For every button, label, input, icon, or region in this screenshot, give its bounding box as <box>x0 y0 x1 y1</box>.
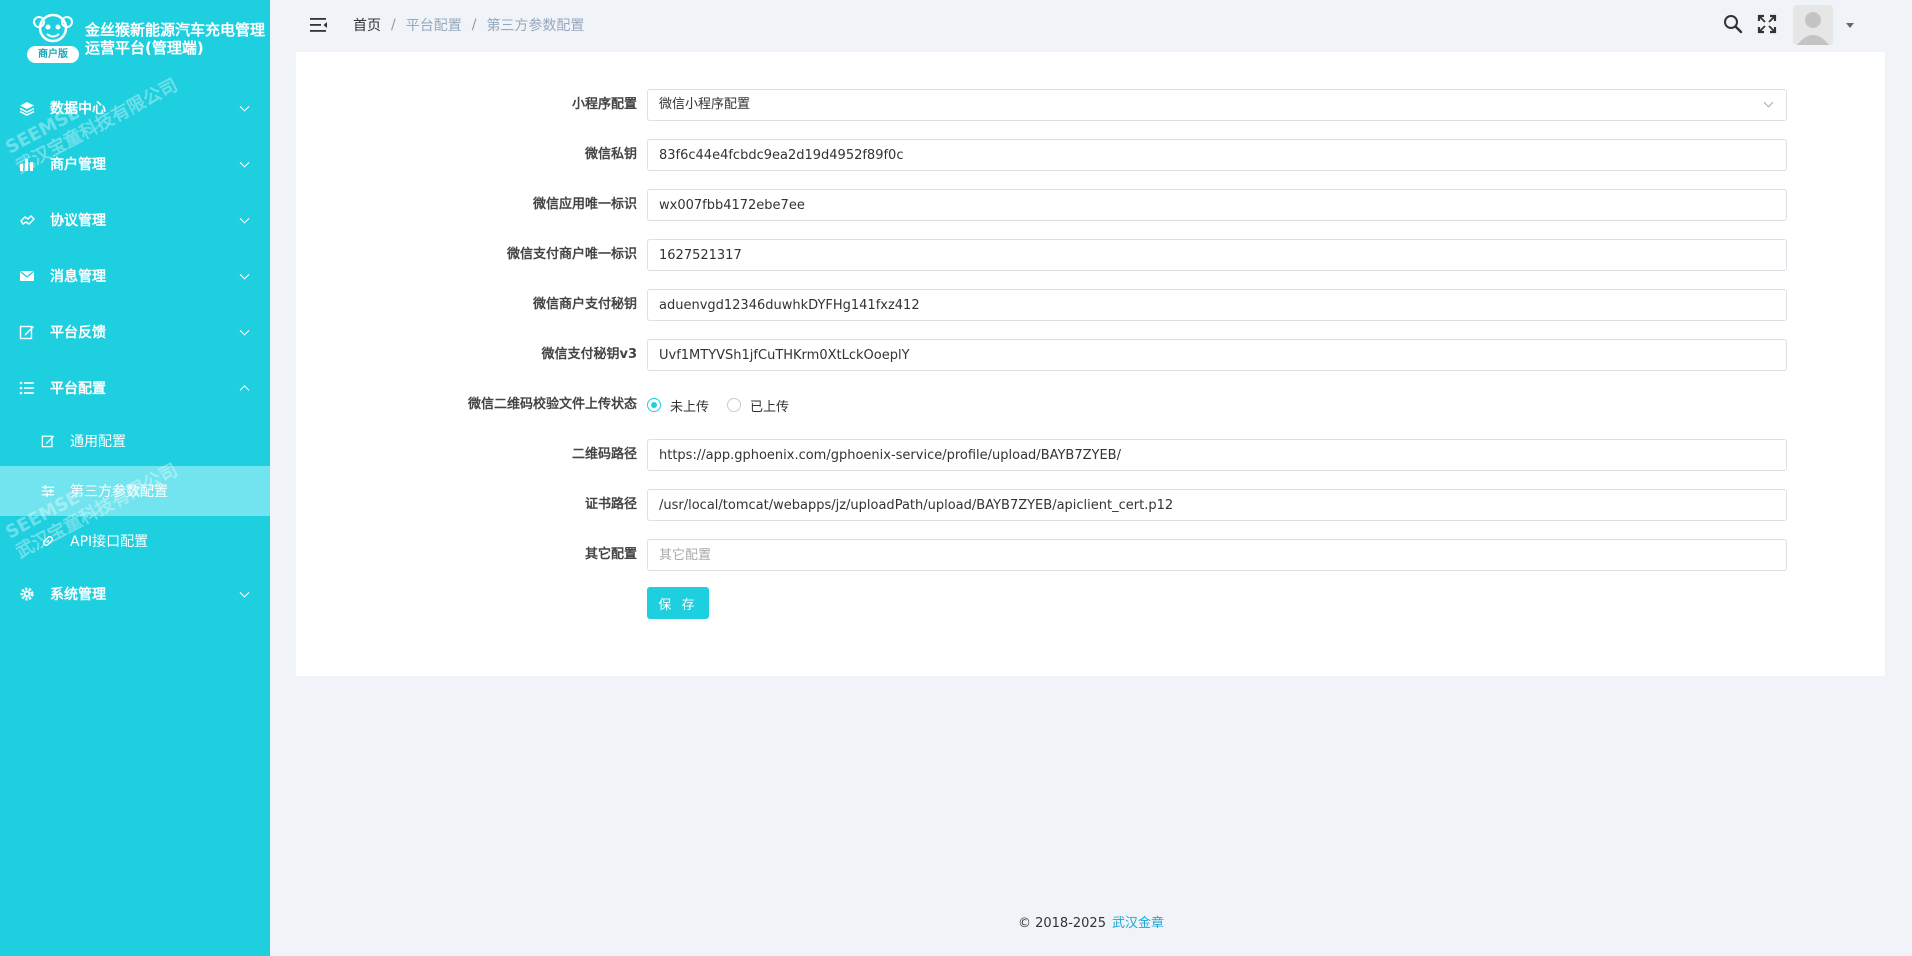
chevron-down-icon <box>239 269 250 280</box>
field-label: 微信商户支付秘钥 <box>532 297 637 312</box>
chevron-up-icon <box>239 385 250 396</box>
sidebar-subitem-general-config[interactable]: 通用配置 <box>0 416 270 466</box>
breadcrumb-current: 第三方参数配置 <box>486 18 585 34</box>
sidebar-item-platform-config[interactable]: 平台配置 <box>0 360 270 416</box>
top-header: 首页 / 平台配置 / 第三方参数配置 <box>270 0 1912 50</box>
breadcrumb-separator: / <box>471 17 477 33</box>
chevron-down-icon <box>1763 97 1774 108</box>
footer: © 2018-2025 武汉金章 <box>270 912 1912 931</box>
link-icon <box>40 533 56 549</box>
app-title: 金丝猴新能源汽车充电管理运营平台(管理端) <box>85 21 266 57</box>
sidebar-item-label: 协议管理 <box>50 213 106 229</box>
menu-collapse-icon[interactable] <box>310 17 328 33</box>
field-label: 微信支付秘钥v3 <box>541 347 637 362</box>
form-row-other: 其它配置 <box>296 538 1885 572</box>
sidebar: 商户版 金丝猴新能源汽车充电管理运营平台(管理端) 数据中心 商户管理 协议管理 <box>0 0 270 956</box>
field-label: 微信应用唯一标识 <box>532 197 637 212</box>
field-label: 微信私钥 <box>584 147 637 162</box>
sidebar-menu: 数据中心 商户管理 协议管理 消息管理 平台反馈 平台配置 通用配置 第三方参数… <box>0 80 270 622</box>
chevron-down-icon <box>239 157 250 168</box>
sliders-icon <box>40 483 56 499</box>
sidebar-item-system[interactable]: 系统管理 <box>0 566 270 622</box>
list-icon <box>18 379 36 397</box>
form-row-mini-program: 小程序配置 微信小程序配置 <box>296 88 1885 122</box>
sidebar-item-label: 数据中心 <box>50 101 106 117</box>
form-row-wx-key-v3: 微信支付秘钥v3 <box>296 338 1885 372</box>
wx-mch-key-input[interactable] <box>647 289 1787 321</box>
radio-checked-icon <box>647 398 661 412</box>
search-icon[interactable] <box>1723 14 1743 34</box>
qr-path-input[interactable] <box>647 439 1787 471</box>
field-label: 微信二维码校验文件上传状态 <box>467 397 637 412</box>
logo: 商户版 金丝猴新能源汽车充电管理运营平台(管理端) <box>0 0 270 70</box>
chevron-down-icon <box>239 587 250 598</box>
chevron-down-icon <box>239 101 250 112</box>
breadcrumb-separator: / <box>391 17 396 33</box>
form-row-wx-mch-key: 微信商户支付秘钥 <box>296 288 1885 322</box>
field-label: 其它配置 <box>584 547 637 562</box>
field-label: 小程序配置 <box>571 97 637 112</box>
caret-down-icon[interactable] <box>1846 23 1854 28</box>
sidebar-item-label: 系统管理 <box>50 587 106 603</box>
form-row-wx-appid: 微信应用唯一标识 <box>296 188 1885 222</box>
avatar[interactable] <box>1793 5 1833 45</box>
sidebar-item-label: 平台配置 <box>50 381 106 397</box>
form-row-wx-mchid: 微信支付商户唯一标识 <box>296 238 1885 272</box>
layers-icon <box>18 99 36 117</box>
sidebar-subitem-label: 第三方参数配置 <box>70 484 168 500</box>
sidebar-item-label: 消息管理 <box>50 269 106 285</box>
chevron-down-icon <box>239 325 250 336</box>
edit-icon <box>40 433 56 449</box>
sidebar-item-label: 平台反馈 <box>50 325 106 341</box>
breadcrumb: 首页 / 平台配置 / 第三方参数配置 <box>353 0 584 50</box>
cert-path-input[interactable] <box>647 489 1787 521</box>
sidebar-item-merchant[interactable]: 商户管理 <box>0 136 270 192</box>
qr-status-radio-group: 未上传 已上传 <box>647 388 807 422</box>
radio-label: 已上传 <box>750 399 790 415</box>
mini-program-select[interactable]: 微信小程序配置 <box>647 89 1787 121</box>
sidebar-subitem-label: 通用配置 <box>70 434 126 450</box>
chevron-down-icon <box>239 213 250 224</box>
sidebar-subitem-third-party-config[interactable]: 第三方参数配置 <box>0 466 270 516</box>
field-label: 证书路径 <box>584 497 637 512</box>
wx-key-v3-input[interactable] <box>647 339 1787 371</box>
wx-appid-input[interactable] <box>647 189 1787 221</box>
field-label: 二维码路径 <box>571 447 637 462</box>
form-row-wx-secret: 微信私钥 <box>296 138 1885 172</box>
radio-unchecked-icon <box>727 398 742 412</box>
breadcrumb-home[interactable]: 首页 <box>353 15 381 35</box>
wx-secret-input[interactable] <box>647 139 1787 171</box>
sidebar-item-message[interactable]: 消息管理 <box>0 248 270 304</box>
save-button[interactable]: 保 存 <box>647 587 709 619</box>
company-link[interactable]: 武汉金章 <box>1112 916 1164 931</box>
field-label: 微信支付商户唯一标识 <box>506 247 637 262</box>
radio-not-uploaded[interactable]: 未上传 <box>647 396 709 415</box>
sidebar-subitem-label: API接口配置 <box>70 534 149 550</box>
radio-uploaded[interactable]: 已上传 <box>727 396 789 415</box>
breadcrumb-platform-config: 平台配置 <box>405 18 462 34</box>
fullscreen-icon[interactable] <box>1757 14 1777 34</box>
edition-badge: 商户版 <box>27 46 79 63</box>
handshake-icon <box>18 211 36 229</box>
sidebar-subitem-api-config[interactable]: API接口配置 <box>0 516 270 566</box>
mail-icon <box>18 267 36 285</box>
third-party-config-form: 小程序配置 微信小程序配置 微信私钥 微信应用唯一标识 微信支付商户唯一标识 微… <box>296 52 1885 676</box>
radio-label: 未上传 <box>670 399 710 415</box>
wx-mchid-input[interactable] <box>647 239 1787 271</box>
sidebar-item-data-center[interactable]: 数据中心 <box>0 80 270 136</box>
bar-chart-icon <box>18 155 36 173</box>
sidebar-item-agreement[interactable]: 协议管理 <box>0 192 270 248</box>
sidebar-item-label: 商户管理 <box>50 157 106 173</box>
form-row-qr-status: 微信二维码校验文件上传状态 未上传 已上传 <box>296 388 1885 422</box>
gear-icon <box>18 585 36 603</box>
copyright-text: © 2018-2025 <box>1017 916 1106 931</box>
select-value: 微信小程序配置 <box>659 97 751 112</box>
form-row-cert-path: 证书路径 <box>296 488 1885 522</box>
form-row-qr-path: 二维码路径 <box>296 438 1885 472</box>
edit-icon <box>18 323 36 341</box>
sidebar-item-feedback[interactable]: 平台反馈 <box>0 304 270 360</box>
other-config-input[interactable] <box>647 539 1787 571</box>
